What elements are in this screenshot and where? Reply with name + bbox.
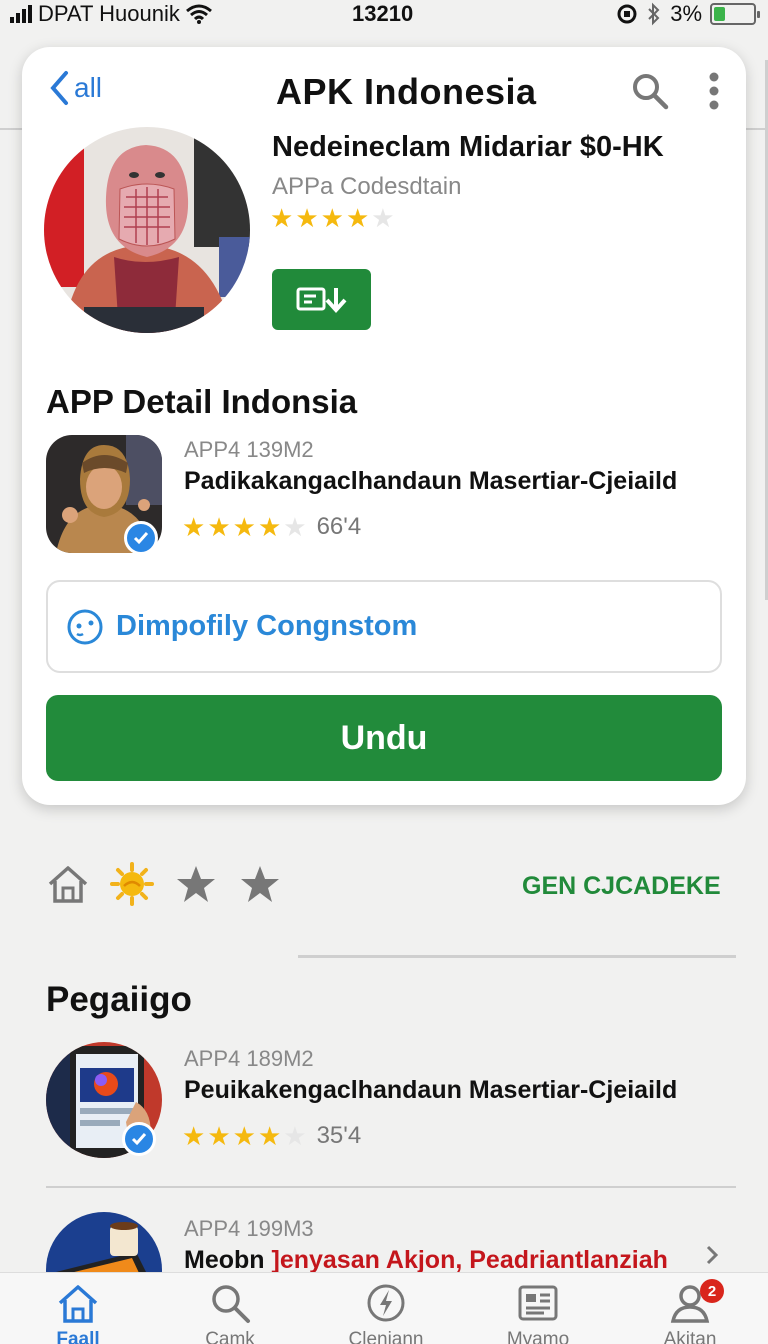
gen-link[interactable]: GEN CJCADEKE	[522, 872, 721, 901]
star-empty-icon: ★	[283, 1121, 307, 1151]
search-icon	[212, 1285, 250, 1323]
battery-percent: 3%	[670, 1, 702, 26]
list-item-meta: APP4 199M3	[184, 1216, 314, 1241]
verified-badge-icon	[122, 1122, 156, 1156]
tab-search[interactable]: Camk	[170, 1281, 290, 1344]
list-item-description-plain: Meobn	[184, 1246, 272, 1272]
status-time: 13210	[352, 1, 414, 26]
star-filled-icon: ★	[232, 512, 256, 542]
status-left: DPAT Huounik	[10, 0, 212, 28]
more-options-icon[interactable]	[702, 71, 726, 111]
section-title: APP Detail Indonsia	[46, 383, 358, 420]
quick-actions-row	[46, 862, 282, 906]
star-filled-icon: ★	[182, 512, 206, 542]
home-icon	[58, 1285, 98, 1323]
star-icon[interactable]	[174, 862, 218, 906]
detail-rating-stars: ★ ★ ★ ★ ★	[182, 514, 307, 540]
battery-icon	[710, 3, 760, 25]
tab-news[interactable]: Myamo	[478, 1281, 598, 1344]
sun-icon[interactable]	[110, 862, 154, 906]
hero-rating-stars: ★ ★ ★ ★ ★	[270, 205, 395, 231]
list-item-description-highlight: ]enyasan Akjon, Peadriantlanziah	[271, 1246, 668, 1272]
detail-rating: ★ ★ ★ ★ ★ 66'4	[182, 513, 361, 541]
back-label: all	[74, 72, 103, 103]
star-filled-icon: ★	[232, 1121, 256, 1151]
tab-label: Camk	[205, 1329, 255, 1344]
list-item-thumbnail	[46, 1212, 162, 1272]
tab-profile[interactable]: 2 Akitan	[630, 1279, 750, 1344]
list-item-rating-value: 35'4	[316, 1122, 362, 1149]
list-item-description: Peuikakengaclhandaun Masertiar-Cjeiaild	[184, 1076, 678, 1104]
app-hero-image	[44, 127, 250, 333]
list-heading: Pegaiigo	[46, 980, 192, 1019]
tab-lightning[interactable]: Clenjann	[326, 1281, 446, 1344]
star-filled-icon: ★	[257, 1121, 282, 1151]
list-item[interactable]: APP4 199M3 Meobn ]enyasan Akjon, Peadria…	[46, 1212, 736, 1272]
notification-badge: 2	[700, 1279, 724, 1303]
detail-meta: APP4 139M2	[184, 437, 314, 462]
home-outline-icon[interactable]	[46, 862, 90, 906]
star-filled-icon: ★	[320, 203, 344, 233]
install-icon-button[interactable]	[272, 269, 371, 330]
search-icon[interactable]	[630, 71, 670, 111]
bluetooth-icon	[648, 2, 660, 26]
back-button[interactable]: all	[48, 69, 102, 107]
chevron-left-icon	[50, 71, 68, 105]
star-filled-icon: ★	[207, 512, 231, 542]
orientation-lock-icon	[617, 4, 637, 24]
app-card: all APK Indonesia Nedeineclam Midariar $…	[22, 47, 746, 805]
signal-icon	[10, 5, 32, 23]
tab-label: Myamo	[506, 1329, 570, 1344]
verified-badge-icon	[124, 521, 158, 555]
tab-bar: Faall Camk Clenjann Myamo 2 Akitan	[0, 1272, 768, 1344]
list-item-description: Meobn ]enyasan Akjon, Peadriantlanziah	[184, 1246, 668, 1272]
status-right: 3%	[616, 0, 760, 28]
section-divider	[298, 955, 736, 958]
star-filled-icon: ★	[270, 203, 294, 233]
tab-label: Faall	[56, 1329, 100, 1344]
download-icon	[296, 287, 346, 313]
page-title: APK Indonesia	[276, 71, 537, 112]
developer-name: APPa Codesdtain	[272, 173, 462, 200]
star-filled-icon: ★	[345, 203, 370, 233]
star-filled-icon: ★	[182, 1121, 206, 1151]
lightning-icon	[367, 1284, 405, 1322]
star-filled-icon: ★	[295, 203, 319, 233]
emoji-icon	[67, 609, 103, 644]
tab-home[interactable]: Faall	[18, 1281, 138, 1344]
list-item-rating: ★ ★ ★ ★ ★ 35'4	[182, 1122, 361, 1150]
chevron-right-icon[interactable]	[704, 1244, 720, 1266]
list-item-rating-stars: ★ ★ ★ ★ ★	[182, 1123, 307, 1149]
detail-rating-value: 66'4	[316, 513, 362, 540]
star-filled-icon: ★	[257, 512, 282, 542]
wifi-icon	[185, 4, 212, 24]
star-filled-icon: ★	[207, 1121, 231, 1151]
news-icon	[518, 1285, 558, 1321]
tab-label: Clenjann	[348, 1329, 424, 1344]
carrier-name: DPAT Huounik	[38, 1, 180, 26]
developer-contact-box[interactable]: Dimpofily Congnstom	[46, 580, 722, 673]
detail-description: Padikakangaclhandaun Masertiar-Cjeiaild	[184, 467, 678, 495]
star-empty-icon: ★	[283, 512, 307, 542]
list-divider	[46, 1186, 736, 1188]
list-item-meta: APP4 189M2	[184, 1046, 314, 1071]
star-empty-icon: ★	[371, 203, 395, 233]
developer-contact-label: Dimpofily Congnstom	[116, 610, 418, 642]
app-name: Nedeineclam Midariar $0-HK	[272, 131, 664, 163]
download-button[interactable]: Undu	[46, 695, 722, 781]
star-icon[interactable]	[238, 862, 282, 906]
tab-label: Akitan	[663, 1329, 717, 1344]
status-bar: DPAT Huounik 13210 3%	[0, 0, 768, 28]
